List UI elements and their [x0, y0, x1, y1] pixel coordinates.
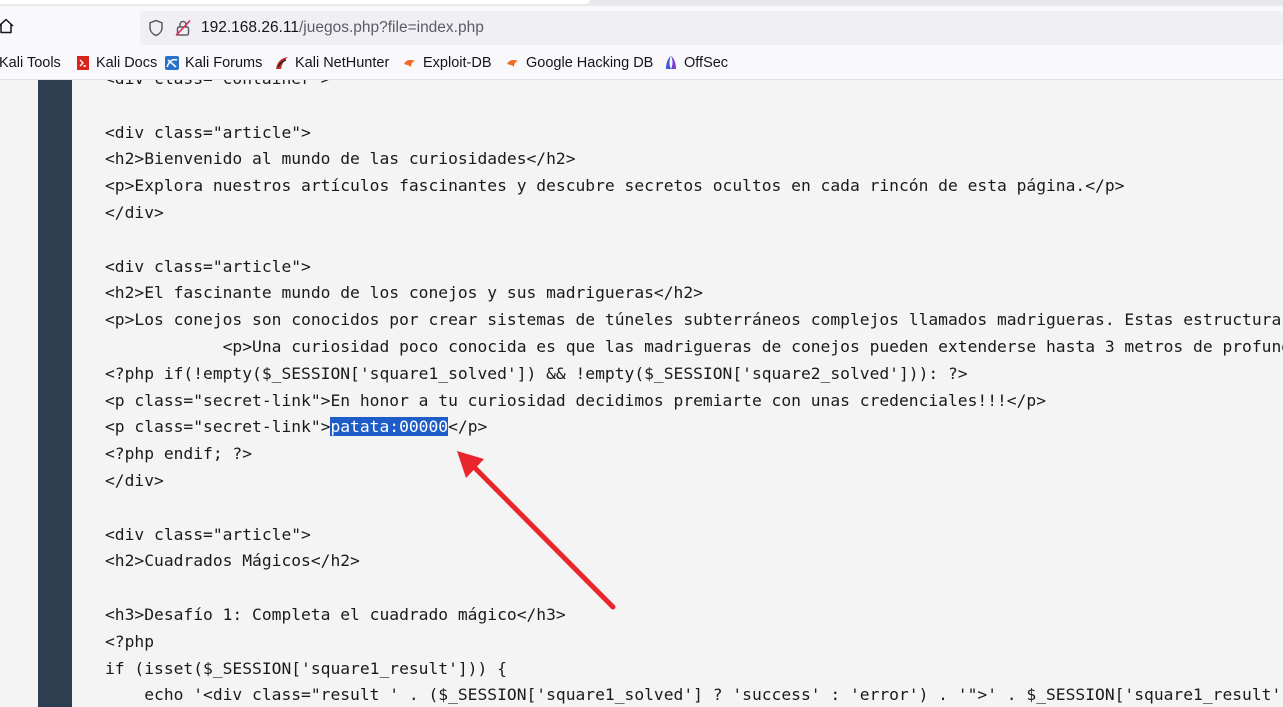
selected-credentials[interactable]: patata:00000	[330, 417, 449, 437]
address-bar[interactable]: 192.168.26.11/juegos.php?file=index.php	[140, 11, 1283, 45]
bookmark-label: Kali Tools	[0, 55, 61, 71]
bookmark-label: Exploit-DB	[423, 55, 492, 71]
home-button[interactable]	[0, 12, 20, 40]
code-line: </div>	[105, 202, 164, 222]
offsec-icon	[666, 56, 676, 69]
kali-nethunter-icon	[276, 57, 288, 69]
google-hacking-db-icon	[507, 60, 518, 67]
kali-docs-icon	[77, 56, 89, 70]
kali-forums-icon	[165, 56, 179, 70]
source-code: <div class="container"> <div class="artic…	[105, 80, 1283, 707]
code-line: <p>Explora nuestros artículos fascinante…	[105, 176, 1125, 196]
bookmark-kali-forums[interactable]: Kali Forums	[164, 54, 262, 72]
bookmark-offsec[interactable]: OffSec	[663, 54, 728, 72]
bookmark-kali-tools[interactable]: Kali Tools	[0, 54, 61, 72]
sidebar-panel	[38, 80, 72, 707]
code-line: <p>Una curiosidad poco conocida es que l…	[105, 336, 1283, 356]
code-line: <?php endif; ?>	[105, 444, 253, 464]
code-line: <?php	[105, 631, 155, 651]
code-line: <div class="container">	[105, 80, 1283, 93]
active-tab-edge[interactable]	[0, 0, 590, 4]
url-text[interactable]: 192.168.26.11/juegos.php?file=index.php	[201, 19, 484, 37]
bookmark-kali-nethunter[interactable]: Kali NetHunter	[274, 54, 389, 72]
code-line: <p>Los conejos son conocidos por crear s…	[105, 310, 1283, 330]
bookmark-label: Kali Docs	[96, 55, 158, 71]
bookmark-label: Kali Forums	[185, 55, 263, 71]
code-line: <h3>Desafío 1: Completa el cuadrado mági…	[105, 604, 566, 624]
source-code-area: <div class="container"> <div class="artic…	[72, 80, 1283, 707]
bookmark-label: Google Hacking DB	[526, 55, 654, 71]
bookmark-kali-docs[interactable]: Kali Docs	[75, 54, 157, 72]
bookmark-label: OffSec	[684, 55, 729, 71]
code-line: if (isset($_SESSION['square1_result'])) …	[105, 658, 507, 678]
url-host: 192.168.26.11	[201, 19, 299, 36]
bookmarks-toolbar: Kali Tools Kali Docs Kali Forums Kali Ne…	[0, 46, 1283, 80]
code-line: <p class="secret-link">En honor a tu cur…	[105, 390, 1047, 410]
code-line: <div class="article">	[105, 122, 311, 142]
code-line: <?php if(!empty($_SESSION['square1_solve…	[105, 363, 968, 383]
page-content: <div class="container"> <div class="artic…	[0, 80, 1283, 707]
navigation-toolbar: 192.168.26.11/juegos.php?file=index.php	[0, 6, 1283, 46]
url-path: /juegos.php?file=index.php	[298, 19, 484, 36]
home-icon	[0, 18, 14, 34]
bookmark-google-hacking-db[interactable]: Google Hacking DB	[505, 54, 653, 72]
credential-code-line: <p class="secret-link">patata:00000</p>	[105, 414, 1283, 441]
code-line: <div class="article">	[105, 524, 311, 544]
bookmark-exploit-db[interactable]: Exploit-DB	[402, 54, 492, 72]
exploit-db-icon	[404, 60, 415, 67]
code-line: <h2>Cuadrados Mágicos</h2>	[105, 551, 360, 571]
bookmark-label: Kali NetHunter	[295, 55, 390, 71]
credential-line-prefix: <p class="secret-link">	[105, 417, 331, 437]
code-line: echo '<div class="result ' . ($_SESSION[…	[105, 685, 1283, 705]
tracking-protection-shield-icon[interactable]	[148, 19, 164, 37]
insecure-lock-icon[interactable]	[174, 19, 192, 37]
code-line: <h2>Bienvenido al mundo de las curiosida…	[105, 149, 576, 169]
code-line: </div>	[105, 470, 164, 490]
code-line: <div class="article">	[105, 256, 311, 276]
code-line: <h2>El fascinante mundo de los conejos y…	[105, 283, 703, 303]
credential-line-suffix: </p>	[448, 417, 488, 437]
